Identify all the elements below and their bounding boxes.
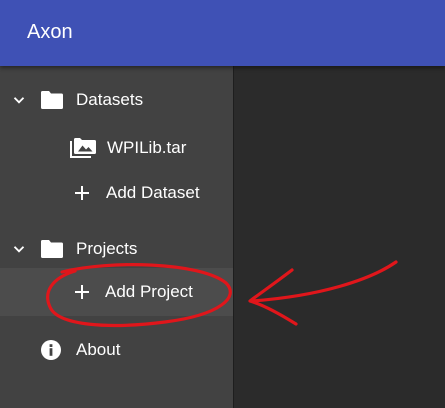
folder-icon [40, 239, 64, 259]
sidebar-group-label: Datasets [76, 90, 144, 109]
chevron-down-icon[interactable] [11, 241, 27, 257]
sidebar-group-projects[interactable]: Projects [0, 229, 233, 269]
plus-icon [74, 185, 90, 201]
sidebar-group-datasets[interactable]: Datasets [0, 80, 233, 120]
sidebar-item-label: Add Dataset [106, 183, 200, 202]
sidebar-item-label: Add Project [105, 282, 193, 301]
sidebar-item-about[interactable]: About [0, 330, 233, 370]
sidebar-item-wpilib-dataset[interactable]: WPILib.tar [0, 128, 233, 168]
main-content-area [234, 66, 445, 408]
add-dataset-button[interactable]: Add Dataset [0, 173, 233, 213]
image-folder-icon [69, 137, 97, 159]
sidebar-group-label: Projects [76, 239, 138, 258]
add-project-button[interactable]: Add Project [0, 268, 233, 316]
app-bar: Axon [0, 0, 445, 66]
sidebar: Datasets WPILib.tar Add Dataset Projects… [0, 66, 234, 408]
app-window: Axon Datasets WPILib.tar Add Dataset Pro… [0, 0, 445, 408]
sidebar-item-label: About [76, 340, 121, 359]
app-title: Axon [27, 21, 73, 43]
info-icon [40, 339, 62, 361]
chevron-down-icon[interactable] [11, 92, 27, 108]
plus-icon [74, 284, 90, 300]
sidebar-item-label: WPILib.tar [107, 138, 187, 157]
folder-icon [40, 90, 64, 110]
